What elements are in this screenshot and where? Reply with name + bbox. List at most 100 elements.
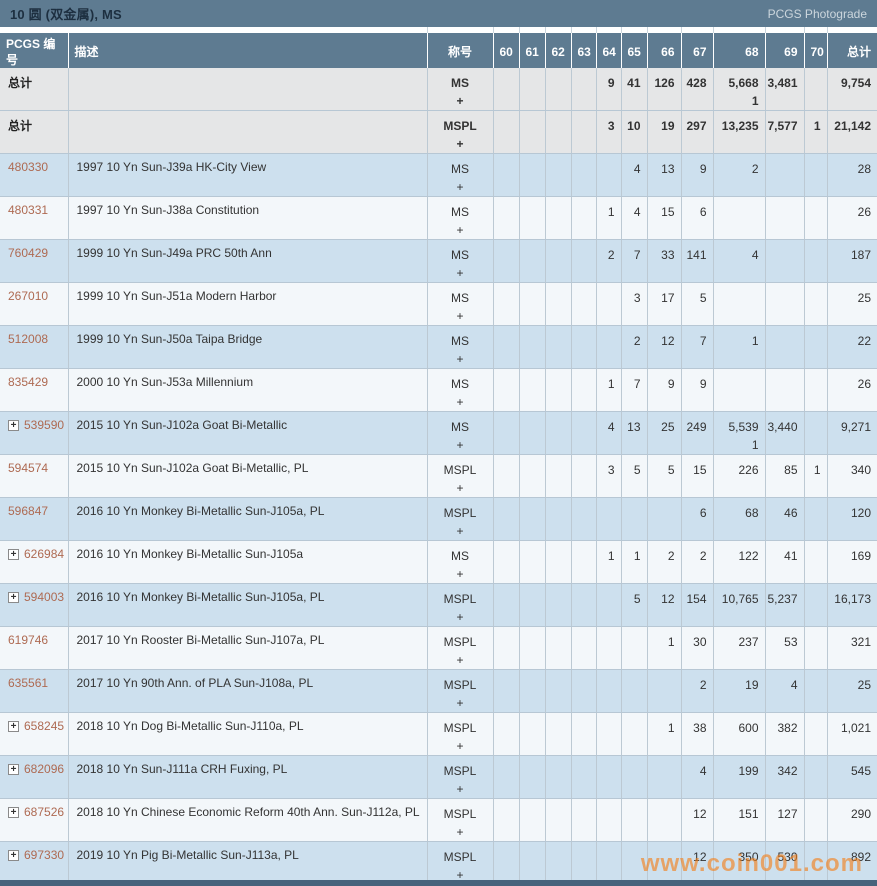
grade-66-cell: 15	[647, 197, 681, 240]
pcgs-number-link[interactable]: 512008	[8, 332, 48, 346]
designation-line: +	[428, 522, 493, 540]
pcgs-number-link[interactable]: 594574	[8, 461, 48, 475]
pcgs-number-link[interactable]: 682096	[24, 762, 64, 776]
grade-67-cell: 4	[681, 756, 713, 799]
expand-icon[interactable]: +	[8, 420, 19, 431]
row-total-cell: 321	[827, 627, 877, 670]
table-row: 5968472016 10 Yn Monkey Bi-Metallic Sun-…	[0, 498, 877, 541]
designation-cell: MSPL+	[427, 799, 493, 842]
col-header-63[interactable]: 63	[571, 33, 596, 68]
col-header-61[interactable]: 61	[519, 33, 545, 68]
col-header-68[interactable]: 68	[713, 33, 765, 68]
designation-cell: MS+	[427, 154, 493, 197]
expand-icon[interactable]: +	[8, 850, 19, 861]
pcgs-number-link[interactable]: 539590	[24, 418, 64, 432]
pcgs-number-link[interactable]: 760429	[8, 246, 48, 260]
description-cell: 1999 10 Yn Sun-J51a Modern Harbor	[68, 283, 427, 326]
grade-66-cell: 12	[647, 326, 681, 369]
col-header-64[interactable]: 64	[596, 33, 621, 68]
pcgs-number-cell: +539590	[0, 412, 68, 455]
grade-61-cell	[519, 498, 545, 541]
designation-cell: MS+	[427, 68, 493, 111]
col-header-67[interactable]: 67	[681, 33, 713, 68]
col-header-65[interactable]: 65	[621, 33, 647, 68]
grade-67-cell: 154	[681, 584, 713, 627]
row-total-cell: 187	[827, 240, 877, 283]
table-row: +5395902015 10 Yn Sun-J102a Goat Bi-Meta…	[0, 412, 877, 455]
col-header-62[interactable]: 62	[545, 33, 571, 68]
row-total-cell: 25	[827, 283, 877, 326]
description-cell: 2018 10 Yn Dog Bi-Metallic Sun-J110a, PL	[68, 713, 427, 756]
row-total-cell: 892	[827, 842, 877, 885]
pcgs-number-link[interactable]: 267010	[8, 289, 48, 303]
grade-67-cell: 6	[681, 498, 713, 541]
grade-68-cell: 2	[713, 154, 765, 197]
pcgs-number-link[interactable]: 594003	[24, 590, 64, 604]
pcgs-number-link[interactable]: 697330	[24, 848, 64, 862]
col-header-60[interactable]: 60	[493, 33, 519, 68]
col-header-69[interactable]: 69	[765, 33, 804, 68]
col-header-pcgs-number[interactable]: PCGS 编号	[0, 33, 68, 68]
col-header-designation[interactable]: 称号	[427, 33, 493, 68]
grade-69-cell	[765, 326, 804, 369]
grade-65-cell	[621, 842, 647, 885]
grade-69-cell: 7,577	[765, 111, 804, 154]
pcgs-number-link[interactable]: 596847	[8, 504, 48, 518]
grade-69-cell: 3,440	[765, 412, 804, 455]
grade-68-cell: 4	[713, 240, 765, 283]
col-header-66[interactable]: 66	[647, 33, 681, 68]
description-cell: 2000 10 Yn Sun-J53a Millennium	[68, 369, 427, 412]
designation-cell: MS+	[427, 240, 493, 283]
grade-68-cell: 237	[713, 627, 765, 670]
expand-icon[interactable]: +	[8, 592, 19, 603]
grade-69-cell: 382	[765, 713, 804, 756]
pcgs-number-link[interactable]: 480331	[8, 203, 48, 217]
grade-60-cell	[493, 283, 519, 326]
grade-67-cell: 2	[681, 541, 713, 584]
grade-64-cell	[596, 713, 621, 756]
row-total-cell: 290	[827, 799, 877, 842]
grade-70-cell	[804, 541, 827, 584]
pcgs-number-link[interactable]: 626984	[24, 547, 64, 561]
grade-64-cell: 1	[596, 369, 621, 412]
expand-icon[interactable]: +	[8, 764, 19, 775]
grade-68-cell: 1	[713, 326, 765, 369]
grade-66-cell: 19	[647, 111, 681, 154]
expand-icon[interactable]: +	[8, 549, 19, 560]
grade-66-cell: 5	[647, 455, 681, 498]
grade-61-cell	[519, 283, 545, 326]
col-header-description[interactable]: 描述	[68, 33, 427, 68]
designation-line: MSPL	[428, 848, 493, 866]
grade-64-cell	[596, 326, 621, 369]
row-total-cell: 26	[827, 369, 877, 412]
pcgs-number-link[interactable]: 658245	[24, 719, 64, 733]
table-row: 5120081999 10 Yn Sun-J50a Taipa BridgeMS…	[0, 326, 877, 369]
grade-66-cell: 9	[647, 369, 681, 412]
designation-line: MS	[428, 160, 493, 178]
total-row: 总计MSPL+3101929713,2357,577121,142	[0, 111, 877, 154]
col-header-70[interactable]: 70	[804, 33, 827, 68]
pcgs-number-link[interactable]: 835429	[8, 375, 48, 389]
grade-63-cell	[571, 369, 596, 412]
row-total-cell: 9,754	[827, 68, 877, 111]
grade-62-cell	[545, 756, 571, 799]
grade-70-cell	[804, 197, 827, 240]
grade-70-cell	[804, 283, 827, 326]
col-header-total[interactable]: 总计	[827, 33, 877, 68]
designation-line: MSPL	[428, 461, 493, 479]
grade-64-cell: 3	[596, 455, 621, 498]
description-cell: 2019 10 Yn Pig Bi-Metallic Sun-J113a, PL	[68, 842, 427, 885]
expand-icon[interactable]: +	[8, 807, 19, 818]
photograde-link[interactable]: PCGS Photograde	[768, 7, 867, 21]
designation-line: MS	[428, 418, 493, 436]
expand-icon[interactable]: +	[8, 721, 19, 732]
grade-64-cell: 1	[596, 541, 621, 584]
pcgs-number-link[interactable]: 480330	[8, 160, 48, 174]
grade-count-line: 5,668	[714, 74, 759, 92]
grade-60-cell	[493, 670, 519, 713]
pcgs-number-link[interactable]: 635561	[8, 676, 48, 690]
grade-66-cell: 12	[647, 584, 681, 627]
table-row: 7604291999 10 Yn Sun-J49a PRC 50th AnnMS…	[0, 240, 877, 283]
pcgs-number-link[interactable]: 687526	[24, 805, 64, 819]
pcgs-number-link[interactable]: 619746	[8, 633, 48, 647]
